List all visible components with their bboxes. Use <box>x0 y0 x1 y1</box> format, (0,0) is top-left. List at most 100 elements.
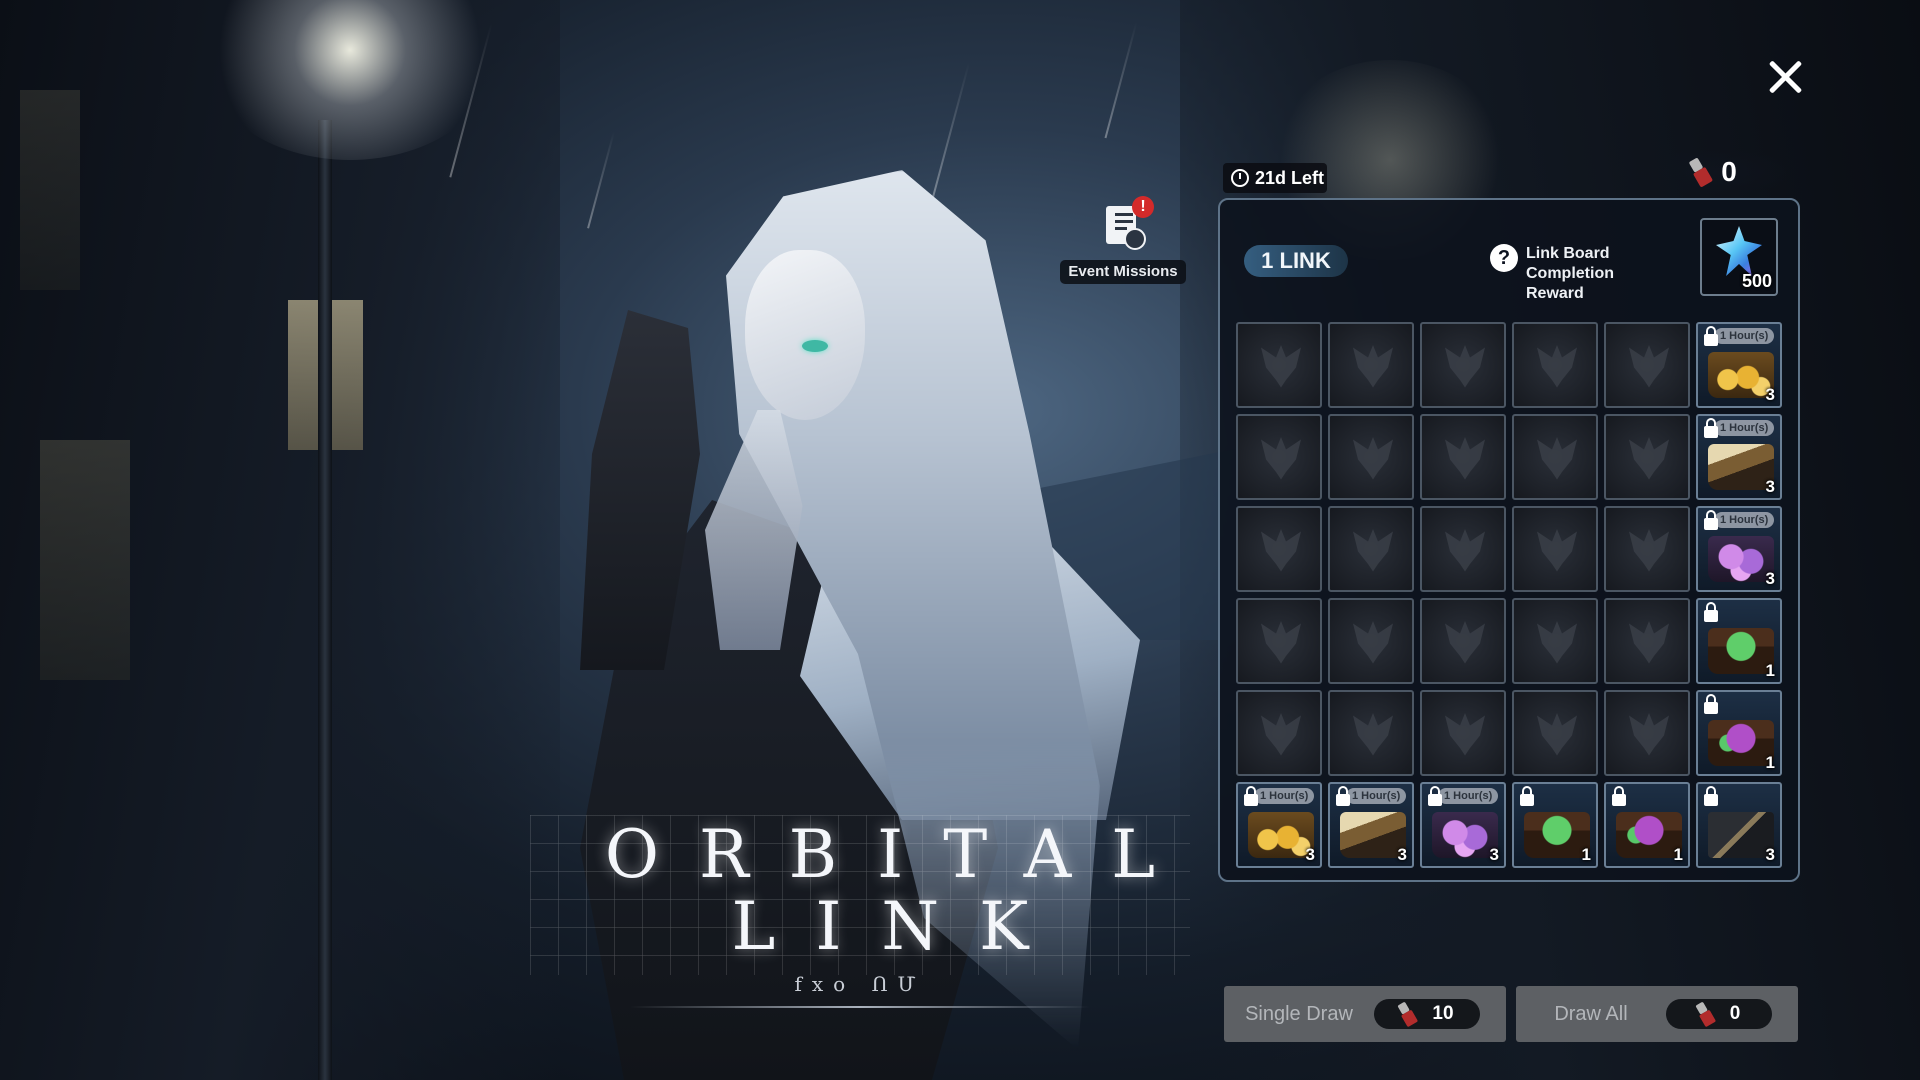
hours-tag: 1 Hour(s) <box>1346 788 1407 804</box>
event-missions-button[interactable]: ! Event Missions <box>1060 196 1186 288</box>
draw-all-cost: 0 <box>1666 999 1772 1029</box>
emblem-placeholder-icon <box>1537 713 1577 756</box>
empty-board-cell <box>1236 690 1322 776</box>
reward-cell-chest-green[interactable]: 1 <box>1696 598 1782 684</box>
empty-board-cell <box>1328 598 1414 684</box>
emblem-placeholder-icon <box>1445 713 1485 756</box>
single-draw-cost: 10 <box>1374 999 1480 1029</box>
document-icon-line <box>1115 213 1133 216</box>
item-count: 1 <box>1581 845 1591 864</box>
emblem-placeholder-icon <box>1353 713 1393 756</box>
scroll-item-icon <box>1708 444 1774 490</box>
gold-item-icon <box>1708 352 1774 398</box>
empty-board-cell <box>1328 322 1414 408</box>
hours-tag: 1 Hour(s) <box>1714 512 1775 528</box>
lock-icon <box>1704 326 1718 346</box>
empty-board-cell <box>1236 322 1322 408</box>
lock-icon <box>1704 694 1718 714</box>
reward-quantity: 500 <box>1741 271 1772 291</box>
empty-board-cell <box>1604 506 1690 592</box>
close-icon[interactable] <box>1762 54 1808 100</box>
empty-board-cell <box>1328 690 1414 776</box>
single-draw-cost-value: 10 <box>1432 1003 1454 1024</box>
document-icon-line <box>1115 220 1133 223</box>
reward-cell-flower[interactable]: 1 Hour(s) 3 <box>1420 782 1506 868</box>
rain-streak <box>1104 21 1138 139</box>
empty-board-cell <box>1420 690 1506 776</box>
lock-icon <box>1612 786 1626 806</box>
hours-tag: 1 Hour(s) <box>1714 328 1775 344</box>
emblem-placeholder-icon <box>1537 437 1577 480</box>
item-count: 1 <box>1673 845 1683 864</box>
reward-cell-chest-green[interactable]: 1 <box>1512 782 1598 868</box>
emblem-placeholder-icon <box>1353 437 1393 480</box>
hours-tag: 1 Hour(s) <box>1438 788 1499 804</box>
empty-board-cell <box>1604 690 1690 776</box>
item-count: 3 <box>1765 385 1775 404</box>
document-icon-line <box>1115 227 1127 230</box>
logo-title-line2: LINK <box>731 888 1069 965</box>
background-window <box>20 90 80 290</box>
emblem-placeholder-icon <box>1445 437 1485 480</box>
reward-cell-flower[interactable]: 1 Hour(s) 3 <box>1696 506 1782 592</box>
hours-tag: 1 Hour(s) <box>1254 788 1315 804</box>
lock-icon <box>1704 602 1718 622</box>
lock-icon <box>1428 786 1442 806</box>
empty-board-cell <box>1512 598 1598 684</box>
flower-item-icon <box>1432 812 1498 858</box>
completion-reward-label: Link Board Completion Reward <box>1526 245 1614 302</box>
chest-purple-item-icon <box>1708 720 1774 766</box>
lock-icon <box>1244 786 1258 806</box>
reward-cell-chest-purple[interactable]: 1 <box>1604 782 1690 868</box>
link-board-panel: 1 LINK ? Link Board Completion Reward 50… <box>1218 198 1800 882</box>
empty-board-cell <box>1236 506 1322 592</box>
empty-board-cell <box>1420 506 1506 592</box>
single-draw-button[interactable]: Single Draw 10 <box>1224 986 1506 1042</box>
item-count: 3 <box>1765 569 1775 588</box>
emblem-placeholder-icon <box>1261 345 1301 388</box>
reward-cell-dark[interactable]: 3 <box>1696 782 1782 868</box>
reward-cell-gold[interactable]: 1 Hour(s) 3 <box>1236 782 1322 868</box>
completion-reward-info: ? Link Board Completion Reward <box>1490 244 1680 304</box>
empty-board-cell <box>1512 506 1598 592</box>
emblem-placeholder-icon <box>1445 529 1485 572</box>
draw-all-label: Draw All <box>1554 1002 1628 1025</box>
emblem-placeholder-icon <box>1629 437 1669 480</box>
emblem-placeholder-icon <box>1629 621 1669 664</box>
chest-green-item-icon <box>1708 628 1774 674</box>
chest-green-item-icon <box>1524 812 1590 858</box>
reward-cell-chest-purple[interactable]: 1 <box>1696 690 1782 776</box>
link-board-grid: 1 Hour(s) 3 1 Hour(s) 3 1 Hour(s) 3 1 1 1 Hour(s… <box>1236 322 1786 874</box>
emblem-placeholder-icon <box>1445 621 1485 664</box>
lock-icon <box>1704 510 1718 530</box>
crystal-icon <box>1716 226 1762 276</box>
empty-board-cell <box>1420 598 1506 684</box>
emblem-placeholder-icon <box>1261 621 1301 664</box>
item-count: 3 <box>1305 845 1315 864</box>
item-count: 3 <box>1765 477 1775 496</box>
character-eye <box>802 340 828 352</box>
logo-underline <box>630 1006 1090 1008</box>
lock-icon <box>1520 786 1534 806</box>
link-count-badge: 1 LINK <box>1244 245 1348 277</box>
link-token-icon <box>1396 1001 1418 1028</box>
emblem-placeholder-icon <box>1537 621 1577 664</box>
chest-purple-item-icon <box>1616 812 1682 858</box>
help-icon[interactable]: ? <box>1490 244 1518 272</box>
document-clock-icon <box>1124 228 1146 250</box>
reward-cell-scroll[interactable]: 1 Hour(s) 3 <box>1696 414 1782 500</box>
token-counter: 0 <box>1640 150 1790 194</box>
emblem-placeholder-icon <box>1629 345 1669 388</box>
reward-cell-gold[interactable]: 1 Hour(s) 3 <box>1696 322 1782 408</box>
alert-badge: ! <box>1132 196 1154 218</box>
logo-title-line1: ORBITAL <box>604 816 1196 893</box>
single-draw-label: Single Draw <box>1245 1002 1353 1025</box>
link-token-icon <box>1694 1001 1716 1028</box>
empty-board-cell <box>1420 322 1506 408</box>
completion-reward-item[interactable]: 500 <box>1700 218 1778 296</box>
empty-board-cell <box>1512 414 1598 500</box>
draw-all-button[interactable]: Draw All 0 <box>1516 986 1798 1042</box>
emblem-placeholder-icon <box>1629 529 1669 572</box>
emblem-placeholder-icon <box>1445 345 1485 388</box>
reward-cell-scroll[interactable]: 1 Hour(s) 3 <box>1328 782 1414 868</box>
